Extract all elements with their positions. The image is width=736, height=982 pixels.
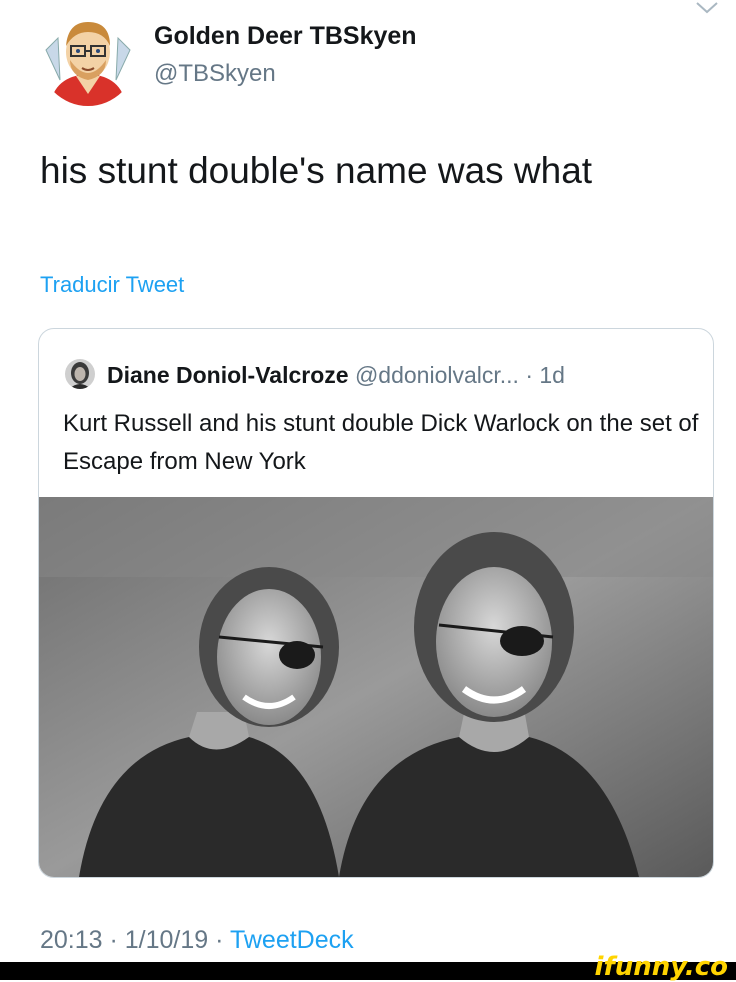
quoted-tweet-time: · 1d: [518, 362, 565, 388]
user-avatar[interactable]: [40, 10, 136, 106]
quoted-tweet-text: Kurt Russell and his stunt double Dick W…: [63, 410, 699, 475]
user-handle[interactable]: @TBSkyen: [154, 60, 276, 88]
chevron-down-icon[interactable]: [694, 0, 720, 16]
quoted-tweet-card[interactable]: Diane Doniol-Valcroze @ddoniolvalcr... ·…: [38, 328, 714, 878]
quoted-tweet-photo[interactable]: [39, 497, 713, 877]
tweet-timestamp[interactable]: 20:13 · 1/10/19 ·: [40, 926, 230, 954]
quoted-tweet-header: Diane Doniol-Valcroze @ddoniolvalcr... ·…: [107, 362, 565, 389]
quoted-user-avatar[interactable]: [65, 359, 95, 389]
quoted-display-name[interactable]: Diane Doniol-Valcroze: [107, 362, 349, 388]
tweet-source-link[interactable]: TweetDeck: [230, 926, 354, 954]
watermark-logo: ifunny.co: [594, 952, 728, 982]
quoted-user-handle[interactable]: @ddoniolvalcr...: [349, 362, 519, 388]
tweet-text: his stunt double's name was what: [40, 150, 593, 191]
display-name[interactable]: Golden Deer TBSkyen: [154, 22, 417, 51]
tweet-meta: 20:13 · 1/10/19 · TweetDeck: [40, 926, 354, 955]
translate-tweet-link[interactable]: Traducir Tweet: [40, 272, 184, 298]
